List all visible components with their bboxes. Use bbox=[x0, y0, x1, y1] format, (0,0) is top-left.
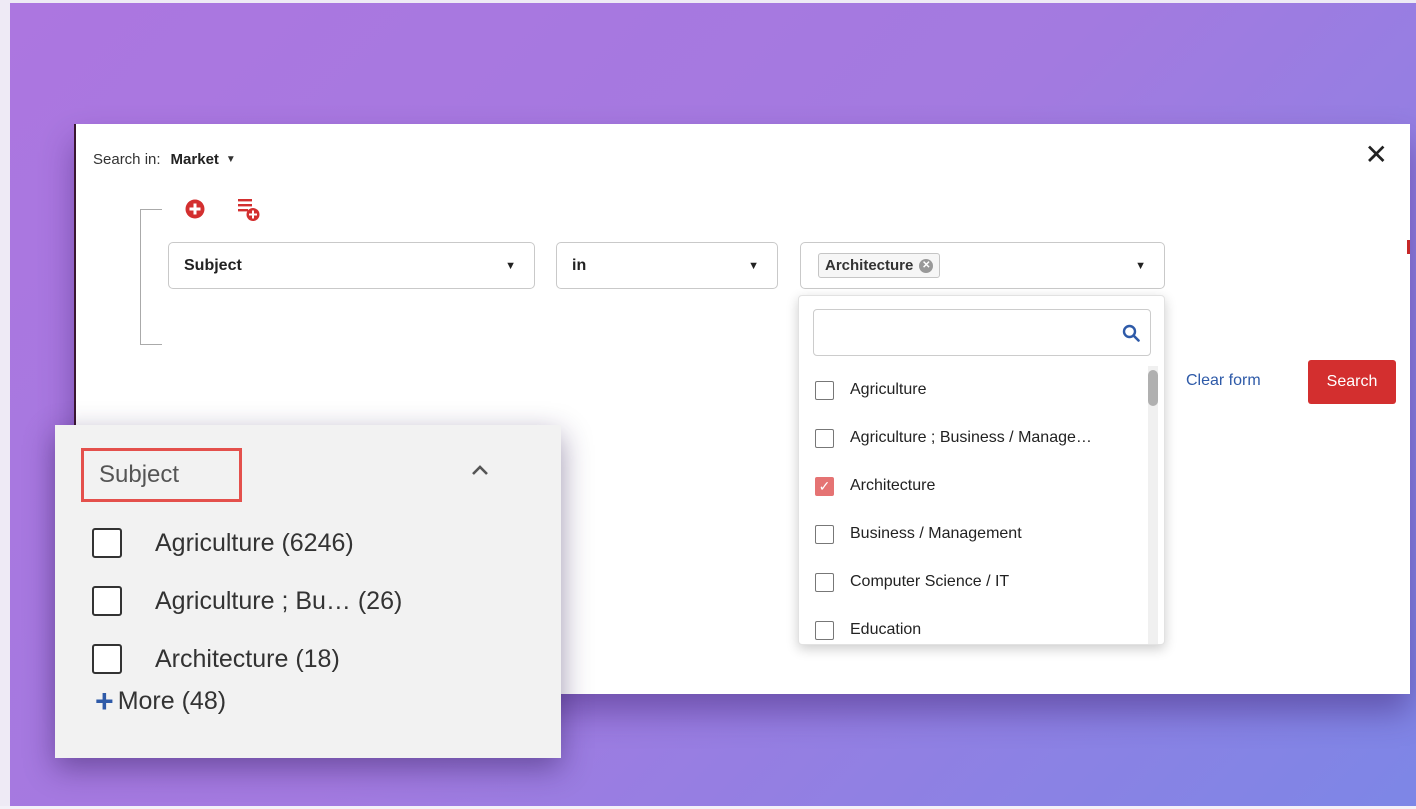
facet-more-label: More (48) bbox=[117, 686, 227, 715]
query-group-bracket bbox=[140, 209, 162, 345]
field-select-value: Subject bbox=[184, 256, 242, 274]
option-label: Education bbox=[850, 621, 922, 638]
facet-title: Subject bbox=[81, 448, 242, 502]
checkbox-icon[interactable] bbox=[92, 586, 122, 616]
caret-down-icon: ▼ bbox=[1135, 260, 1146, 272]
search-in-selector[interactable]: Search in: Market ▼ bbox=[93, 151, 236, 168]
option-item[interactable]: Agriculture bbox=[799, 366, 1151, 414]
field-select[interactable]: Subject ▼ bbox=[168, 242, 535, 289]
option-item[interactable]: Agriculture ; Business / Manage… bbox=[799, 414, 1151, 462]
option-label: Architecture bbox=[850, 477, 936, 494]
search-icon[interactable] bbox=[1122, 324, 1140, 342]
clear-form-link[interactable]: Clear form bbox=[1186, 372, 1261, 390]
options-search-input[interactable] bbox=[814, 310, 1094, 355]
chevron-up-icon[interactable] bbox=[468, 461, 492, 479]
options-list: Agriculture Agriculture ; Business / Man… bbox=[799, 366, 1151, 644]
operator-select[interactable]: in ▼ bbox=[556, 242, 778, 289]
search-in-label: Search in: bbox=[93, 151, 161, 168]
scrollbar-thumb[interactable] bbox=[1148, 370, 1158, 406]
option-label: Business / Management bbox=[850, 525, 1022, 542]
checkbox-icon[interactable] bbox=[815, 428, 834, 448]
facet-item[interactable]: Architecture (18) bbox=[92, 630, 402, 688]
plus-icon: + bbox=[95, 683, 114, 719]
option-item[interactable]: Business / Management bbox=[799, 510, 1151, 558]
checkbox-icon[interactable] bbox=[815, 620, 834, 640]
edge-marker bbox=[1407, 240, 1410, 254]
option-label: Computer Science / IT bbox=[850, 573, 1010, 590]
checkbox-icon[interactable] bbox=[92, 644, 122, 674]
option-item[interactable]: ✓ Architecture bbox=[799, 462, 1151, 510]
subject-facet-panel: Subject Agriculture (6246) Agriculture ;… bbox=[55, 425, 561, 758]
page-edge bbox=[0, 0, 10, 809]
facet-item-label: Architecture (18) bbox=[155, 644, 340, 673]
value-options-dropdown: Agriculture Agriculture ; Business / Man… bbox=[798, 295, 1165, 645]
facet-item-label: Agriculture (6246) bbox=[155, 528, 354, 557]
facet-item[interactable]: Agriculture ; Bu… (26) bbox=[92, 572, 402, 630]
close-icon[interactable]: ✕ bbox=[1365, 141, 1388, 169]
option-label: Agriculture bbox=[850, 381, 927, 398]
checkbox-icon[interactable] bbox=[92, 528, 122, 558]
caret-down-icon: ▼ bbox=[748, 260, 759, 272]
selected-value-chip: Architecture ✕ bbox=[818, 253, 941, 278]
facet-options: Agriculture (6246) Agriculture ; Bu… (26… bbox=[92, 514, 402, 688]
checkbox-icon[interactable] bbox=[815, 524, 834, 544]
search-button[interactable]: Search bbox=[1308, 360, 1396, 404]
option-item[interactable]: Education bbox=[799, 606, 1151, 644]
chip-remove-icon[interactable]: ✕ bbox=[919, 258, 934, 273]
facet-more-link[interactable]: + More (48) bbox=[95, 685, 226, 717]
option-item[interactable]: Computer Science / IT bbox=[799, 558, 1151, 606]
options-search bbox=[813, 309, 1151, 356]
chip-label: Architecture bbox=[825, 257, 914, 274]
search-in-value[interactable]: Market bbox=[171, 151, 219, 168]
caret-down-icon[interactable]: ▼ bbox=[226, 154, 236, 165]
checkbox-icon[interactable] bbox=[815, 380, 834, 400]
checkbox-checked-icon[interactable]: ✓ bbox=[815, 476, 834, 496]
checkbox-icon[interactable] bbox=[815, 572, 834, 592]
facet-item-label: Agriculture ; Bu… (26) bbox=[155, 586, 403, 615]
page-edge-top bbox=[0, 0, 1416, 3]
facet-item[interactable]: Agriculture (6246) bbox=[92, 514, 402, 572]
option-label: Agriculture ; Business / Manage… bbox=[850, 429, 1092, 446]
add-rule-icon[interactable] bbox=[185, 199, 205, 219]
caret-down-icon: ▼ bbox=[505, 260, 516, 272]
add-group-icon[interactable] bbox=[238, 197, 260, 223]
scrollbar-track[interactable] bbox=[1148, 366, 1158, 644]
operator-select-value: in bbox=[572, 256, 587, 274]
value-multiselect[interactable]: Architecture ✕ ▼ bbox=[800, 242, 1165, 289]
